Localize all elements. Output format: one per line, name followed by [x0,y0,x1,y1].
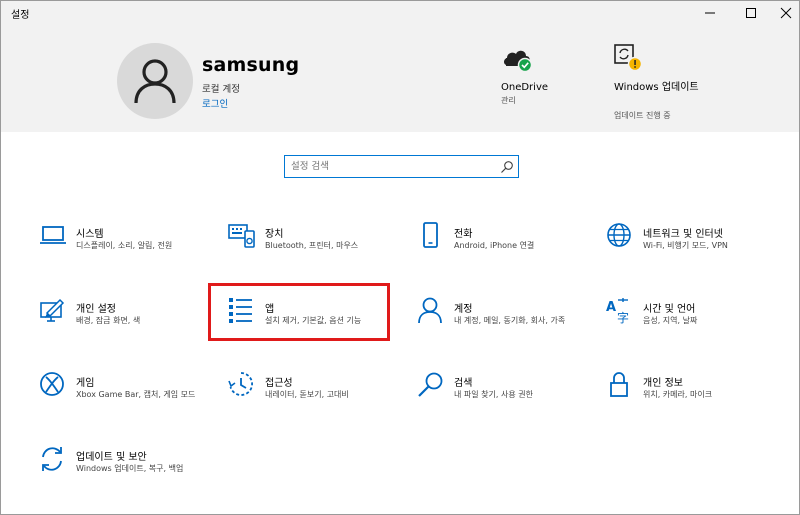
minimize-icon [705,12,715,14]
user-avatar-icon [134,59,176,104]
tile-description: 내 계정, 메일, 동기화, 회사, 가족 [454,316,566,325]
maximize-icon [746,8,756,18]
onedrive-title: OneDrive [501,82,549,93]
windows-update-icon [614,44,643,72]
svg-text:A: A [606,300,616,315]
tile-description: 음성, 지역, 날짜 [643,316,698,325]
tile-description: Xbox Game Bar, 캡처, 게임 모드 [76,390,196,399]
onedrive-icon [504,50,533,73]
close-button[interactable] [769,1,800,25]
globe-icon [607,223,631,247]
tile-name: 개인 설정 [76,304,116,315]
account-type: 로컬 계정 [202,84,240,95]
lock-icon [610,372,628,397]
tile-time-language[interactable]: A 字 시간 및 언어 음성, 지역, 날짜 [606,297,786,353]
tile-update-security[interactable]: 업데이트 및 보안 Windows 업데이트, 복구, 백업 [39,445,219,501]
search-icon [418,372,443,397]
personalization-icon [40,298,65,322]
tile-name: 검색 [454,378,473,389]
apps-list-icon [229,298,252,323]
tile-network[interactable]: 네트워크 및 인터넷 Wi-Fi, 비행기 모드, VPN [606,222,786,278]
tile-name: 게임 [76,378,95,389]
tile-description: 설치 제거, 기본값, 옵션 기능 [265,316,362,325]
tile-name: 계정 [454,304,473,315]
tile-system[interactable]: 시스템 디스플레이, 소리, 알림, 전원 [39,222,219,278]
tile-name: 전화 [454,229,473,240]
sign-in-link[interactable]: 로그인 [202,96,228,110]
tile-description: 배경, 잠금 화면, 색 [76,316,141,325]
devices-icon [228,224,255,248]
svg-text:字: 字 [617,310,629,325]
windows-update-item[interactable]: Windows 업데이트 업데이트 진행 중 [614,43,714,133]
tile-name: 시간 및 언어 [643,304,696,315]
person-icon [418,297,442,324]
tile-personalization[interactable]: 개인 설정 배경, 잠금 화면, 색 [39,297,219,353]
tile-description: 내 파일 찾기, 사용 권한 [454,390,533,399]
window-title: 설정 [11,10,30,21]
settings-search[interactable] [284,155,519,178]
tile-search[interactable]: 검색 내 파일 찾기, 사용 권한 [417,371,597,427]
tile-name: 접근성 [265,378,293,389]
tile-ease-of-access[interactable]: 접근성 내레이터, 돋보기, 고대비 [228,371,408,427]
tile-accounts[interactable]: 계정 내 계정, 메일, 동기화, 회사, 가족 [417,297,597,353]
onedrive-item[interactable]: OneDrive 관리 [501,43,591,123]
settings-window: 설정 samsung 로컬 계정 로그인 OneDrive 관리 Windows… [0,0,800,515]
tile-gaming[interactable]: 게임 Xbox Game Bar, 캡처, 게임 모드 [39,371,219,427]
avatar[interactable] [117,43,193,119]
tile-name: 업데이트 및 보안 [76,452,147,463]
tile-phone[interactable]: 전화 Android, iPhone 연결 [417,222,597,278]
tile-description: Bluetooth, 프린터, 마우스 [265,241,359,250]
tile-description: 내레이터, 돋보기, 고대비 [265,390,349,399]
windows-update-title: Windows 업데이트 [614,82,699,93]
phone-icon [423,222,438,248]
windows-update-status: 업데이트 진행 중 [614,111,671,120]
close-icon [780,7,792,19]
tile-name: 개인 정보 [643,378,683,389]
laptop-icon [40,226,66,244]
tile-description: 디스플레이, 소리, 알림, 전원 [76,241,173,250]
account-header: samsung 로컬 계정 로그인 OneDrive 관리 Windows 업데… [1,25,799,132]
ease-of-access-icon [228,372,253,396]
search-input[interactable] [285,156,495,177]
tile-name: 앱 [265,304,275,315]
title-bar: 설정 [1,1,799,25]
onedrive-manage: 관리 [501,96,516,105]
xbox-icon [40,372,64,396]
tile-devices[interactable]: 장치 Bluetooth, 프린터, 마우스 [228,222,408,278]
tile-name: 네트워크 및 인터넷 [643,229,723,240]
tile-description: Windows 업데이트, 복구, 백업 [76,464,184,473]
user-name: samsung [202,54,300,76]
tile-name: 시스템 [76,229,104,240]
minimize-button[interactable] [693,1,727,25]
tile-description: 위치, 카메라, 마이크 [643,390,713,399]
tile-privacy[interactable]: 개인 정보 위치, 카메라, 마이크 [606,371,786,427]
tile-description: Android, iPhone 연결 [454,241,535,250]
sync-icon [42,447,62,471]
tile-description: Wi-Fi, 비행기 모드, VPN [643,241,728,250]
language-icon: A 字 [606,298,629,325]
tile-apps[interactable]: 앱 설치 제거, 기본값, 옵션 기능 [228,297,408,353]
search-icon[interactable] [500,160,514,174]
tile-name: 장치 [265,229,284,240]
maximize-button[interactable] [734,1,768,25]
